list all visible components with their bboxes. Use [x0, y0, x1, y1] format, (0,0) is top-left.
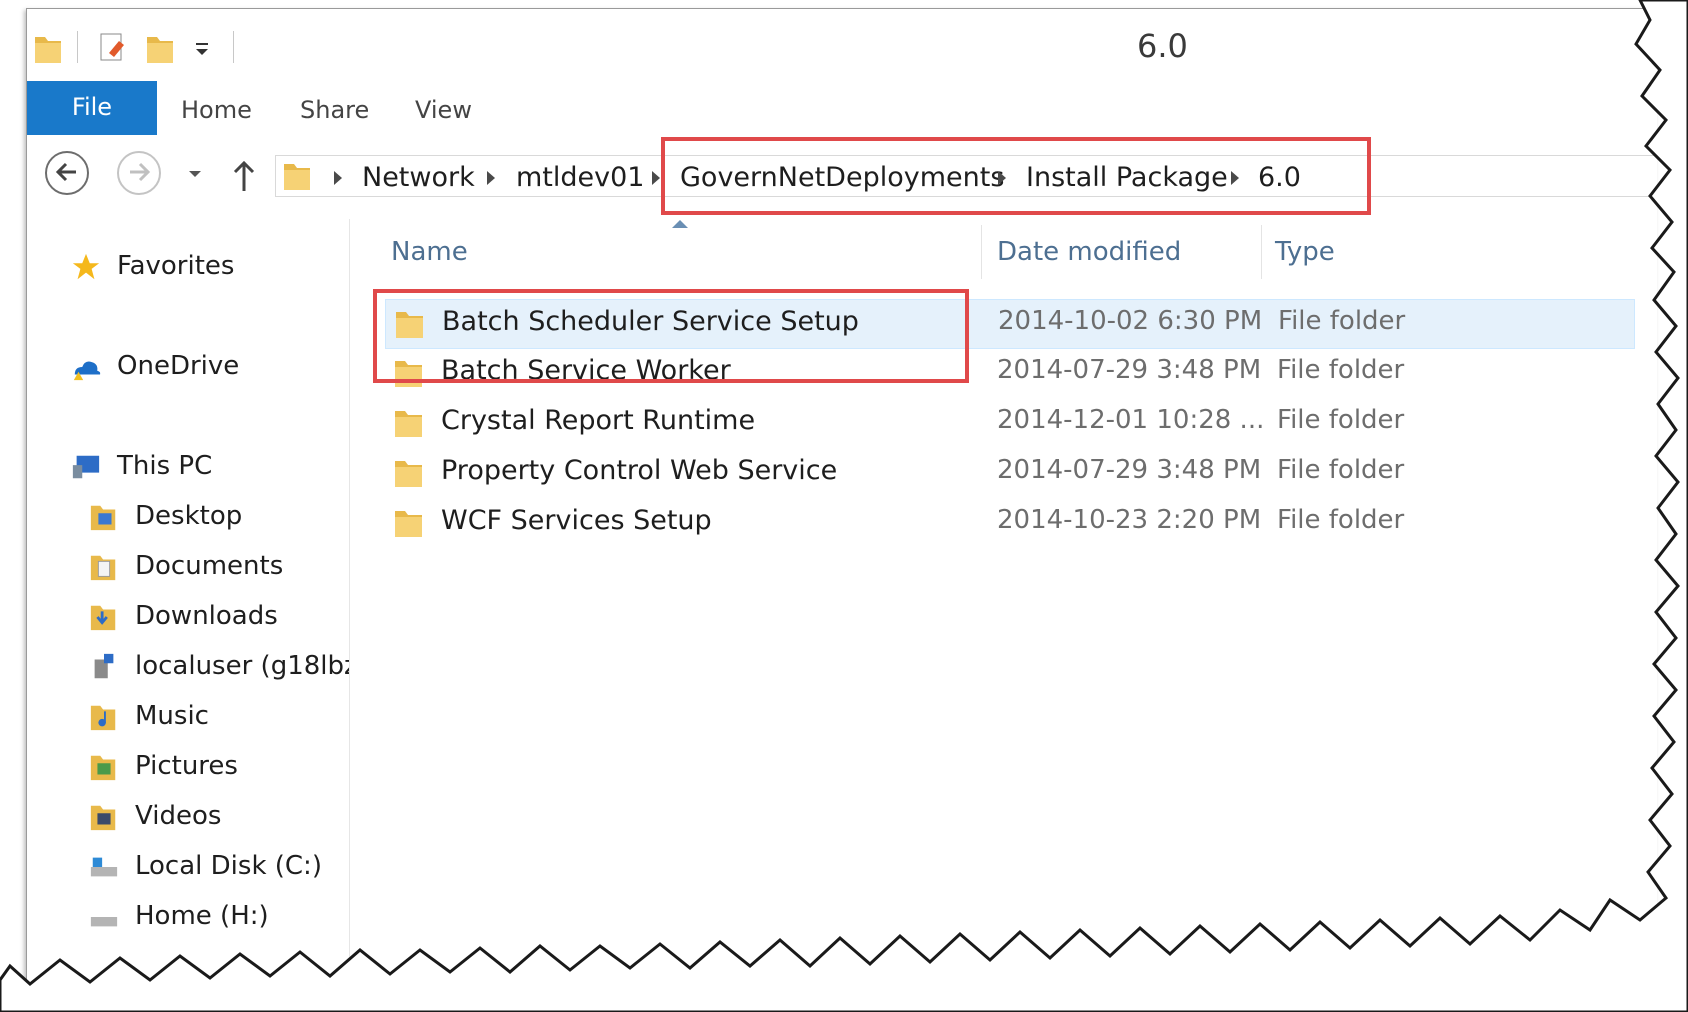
file-name: Property Control Web Service	[441, 455, 838, 486]
downloads-folder-icon	[90, 605, 116, 631]
folder-icon	[395, 411, 422, 437]
up-arrow-icon[interactable]	[231, 157, 257, 193]
music-folder-icon	[90, 705, 116, 731]
window-title: 6.0	[1137, 27, 1188, 65]
customize-dropdown-icon[interactable]	[193, 31, 213, 65]
navigation-pane: Favorites OneDrive This PC Desktop Docum…	[27, 219, 350, 989]
file-row[interactable]: Crystal Report Runtime 2014-12-01 10:28 …	[385, 399, 1635, 449]
folder-icon[interactable]	[33, 31, 63, 65]
file-date: 2014-10-02 6:30 PM	[998, 306, 1263, 336]
nav-label: Desktop	[135, 501, 243, 531]
breadcrumb-server[interactable]: mtldev01	[516, 162, 644, 193]
highlight-box-breadcrumb	[661, 137, 1371, 215]
nav-label: This PC	[117, 451, 213, 481]
pictures-folder-icon	[90, 755, 116, 781]
column-divider[interactable]	[1261, 225, 1262, 279]
nav-label: Pictures	[135, 751, 238, 781]
file-date: 2014-10-23 2:20 PM	[997, 505, 1262, 535]
column-header-type[interactable]: Type	[1275, 237, 1335, 267]
back-button[interactable]	[45, 151, 89, 195]
ribbon-tabs: File Home Share View	[27, 81, 1657, 136]
file-type: File folder	[1277, 405, 1405, 435]
explorer-window: 6.0 File Home Share View Network mtldev0…	[26, 8, 1657, 989]
file-date: 2014-07-29 3:48 PM	[997, 355, 1262, 385]
nav-label: Videos	[135, 801, 222, 831]
star-icon	[72, 253, 100, 280]
breadcrumb-network[interactable]: Network	[362, 162, 475, 193]
videos-folder-icon	[90, 805, 116, 831]
nav-label: Local Disk (C:)	[135, 851, 322, 881]
toolbar-separator	[77, 31, 78, 63]
folder-icon	[395, 511, 422, 537]
nav-label: Music	[135, 701, 209, 731]
breadcrumb-separator-icon[interactable]	[652, 171, 660, 185]
local-disk-icon	[90, 857, 118, 877]
file-row[interactable]: Property Control Web Service 2014-07-29 …	[385, 449, 1635, 499]
computer-icon	[72, 455, 100, 479]
breadcrumb-separator-icon[interactable]	[487, 171, 495, 185]
tab-file[interactable]: File	[27, 81, 157, 135]
forward-arrow-icon	[130, 162, 151, 182]
toolbar-separator	[233, 31, 234, 63]
column-header-date[interactable]: Date modified	[997, 237, 1181, 267]
nav-label: Home (H:)	[135, 901, 269, 931]
network-drive-icon	[90, 917, 118, 927]
file-row[interactable]: WCF Services Setup 2014-10-23 2:20 PM Fi…	[385, 499, 1635, 549]
file-type: File folder	[1277, 505, 1405, 535]
documents-folder-icon	[90, 555, 116, 581]
file-list: Name Date modified Type Batch Scheduler …	[367, 219, 1657, 989]
tab-home[interactable]: Home	[181, 81, 252, 135]
new-folder-icon[interactable]	[145, 31, 175, 65]
breadcrumb-separator-icon[interactable]	[334, 171, 342, 185]
back-arrow-icon	[55, 162, 76, 182]
navigation-bar: Network mtldev01 GovernNetDeployments In…	[27, 135, 1657, 215]
folder-icon	[284, 164, 310, 190]
title-bar: 6.0	[27, 9, 1657, 81]
file-type: File folder	[1277, 455, 1405, 485]
file-name: WCF Services Setup	[441, 505, 712, 536]
column-header-name[interactable]: Name	[391, 237, 468, 267]
highlight-box-selected-folder	[373, 289, 969, 383]
file-date: 2014-12-01 10:28 ...	[997, 405, 1265, 435]
file-date: 2014-07-29 3:48 PM	[997, 455, 1262, 485]
folder-icon	[395, 461, 422, 487]
file-name: Crystal Report Runtime	[441, 405, 756, 436]
file-type: File folder	[1278, 306, 1406, 336]
nav-label: Documents	[135, 551, 284, 581]
sort-ascending-icon	[672, 220, 688, 228]
recent-locations-dropdown-icon[interactable]	[187, 167, 203, 181]
column-divider[interactable]	[981, 225, 982, 279]
onedrive-icon	[73, 361, 101, 381]
properties-icon[interactable]	[97, 31, 131, 65]
network-user-icon	[94, 653, 114, 679]
file-type: File folder	[1277, 355, 1405, 385]
desktop-folder-icon	[90, 505, 116, 531]
forward-button[interactable]	[117, 151, 161, 195]
nav-label: Downloads	[135, 601, 278, 631]
nav-label: Favorites	[117, 251, 235, 281]
tab-view[interactable]: View	[415, 81, 472, 135]
nav-label: OneDrive	[117, 351, 240, 381]
tab-share[interactable]: Share	[300, 81, 369, 135]
nav-label: localuser (g18lbz	[135, 651, 350, 681]
